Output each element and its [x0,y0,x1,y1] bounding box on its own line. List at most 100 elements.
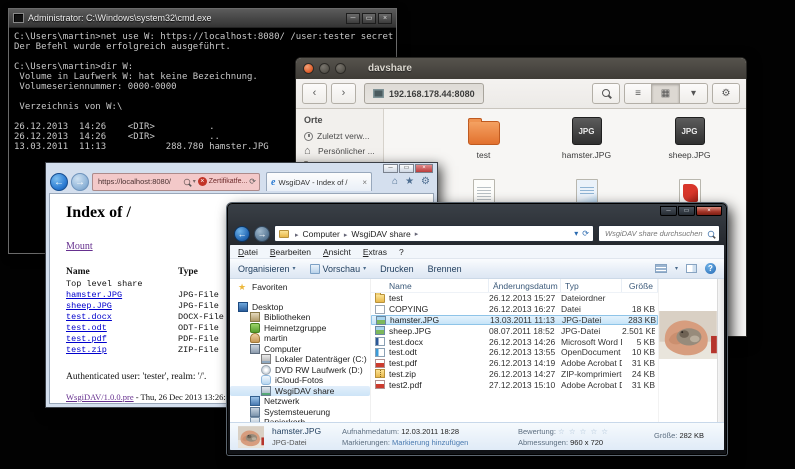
settings-gear-icon[interactable]: ⚙ [421,176,430,187]
tab-close-icon[interactable]: × [362,178,367,187]
address-bar[interactable]: ▾ × Zertifikatfe... ⟳ [92,173,260,191]
list-view-button[interactable]: ≡ [624,83,652,104]
sidebar-item[interactable]: Lokaler Datenträger (C:) [230,354,370,365]
refresh-icon[interactable]: ⟳ [249,177,256,186]
close-button[interactable] [303,63,314,74]
tags-value[interactable]: Markierung hinzufügen [392,438,468,447]
home-icon[interactable]: ⌂ [392,176,398,187]
search-box[interactable] [598,225,720,242]
forward-button[interactable]: → [71,173,89,191]
forward-button[interactable]: › [331,83,356,104]
search-input[interactable] [603,228,707,239]
table-row[interactable]: test.odt 26.12.2013 13:55 OpenDocument T… [371,347,658,358]
breadcrumb-wsgidav-share[interactable]: WsgiDAV share [340,229,411,239]
minimize-button[interactable] [319,63,330,74]
address-dropdown-icon[interactable]: ▾ [574,229,578,238]
maximize-button[interactable]: ▭ [362,13,376,24]
table-row[interactable]: test.zip 26.12.2013 14:27 ZIP-komprimier… [371,369,658,380]
sidebar-item[interactable]: Systemsteuerung [230,407,370,418]
file-link[interactable]: sheep.JPG [66,301,112,311]
menu-item[interactable]: Extras [363,247,387,257]
table-row[interactable]: test.docx 26.12.2013 14:26 Microsoft Wor… [371,336,658,347]
mount-link[interactable]: Mount [66,241,93,252]
back-button[interactable]: ← [50,173,68,191]
column-header-date[interactable]: Änderungsdatum [489,279,561,292]
sidebar-item[interactable]: iCloud-Fotos [230,375,370,386]
column-header-size[interactable]: Größe [622,279,658,292]
menu-item[interactable]: Datei [238,247,258,257]
back-button[interactable]: ← [234,226,250,242]
table-row[interactable]: test.pdf 26.12.2013 14:19 Adobe Acrobat … [371,358,658,369]
menu-item[interactable]: Bearbeiten [270,247,311,257]
refresh-icon[interactable]: ⟳ [582,229,589,238]
close-button[interactable]: × [696,206,722,216]
sidebar-item[interactable]: Bibliotheken [230,312,370,323]
menu-item[interactable]: Ansicht [323,247,351,257]
gear-menu-button[interactable]: ⚙ [712,83,740,104]
table-row[interactable]: hamster.JPG 13.03.2011 11:13 JPG-Datei 2… [371,315,658,326]
table-row[interactable]: sheep.JPG 08.07.2011 18:52 JPG-Datei 2.5… [371,325,658,336]
change-view-icon[interactable] [655,264,667,273]
breadcrumb[interactable]: Computer WsgiDAV share ▾ ⟳ [274,225,594,242]
file-item[interactable]: JPG sheep.JPG [638,117,741,175]
table-row[interactable]: test2.pdf 27.12.2013 15:10 Adobe Acrobat… [371,379,658,390]
maximize-button[interactable]: ▭ [399,164,414,173]
close-button[interactable]: × [415,164,433,173]
file-link[interactable]: test.zip [66,345,107,355]
sidebar-item[interactable]: Zuletzt verw... [304,131,383,141]
nautilus-titlebar[interactable]: davshare [296,58,746,79]
maximize-button[interactable]: ▭ [678,206,695,216]
cmd-titlebar[interactable]: Administrator: C:\Windows\system32\cmd.e… [9,9,396,28]
rating-stars[interactable]: ☆ ☆ ☆ ☆ ☆ [558,427,609,436]
sidebar-item[interactable]: DVD RW Laufwerk (D:) [230,365,370,376]
minimize-button[interactable]: ─ [346,13,360,24]
search-icon[interactable] [184,178,190,184]
table-row[interactable]: COPYING 26.12.2013 16:27 Datei 18 KB [371,304,658,315]
search-button[interactable] [592,83,620,104]
sidebar-item[interactable]: Desktop [230,302,370,313]
column-header-type[interactable]: Typ [561,279,622,292]
location-bar[interactable]: 192.168.178.44:8080 [364,83,484,104]
table-row[interactable]: test 26.12.2013 15:27 Dateiordner [371,293,658,304]
file-link[interactable]: test.pdf [66,334,107,344]
organize-button[interactable]: Organisieren [238,264,296,274]
forward-button[interactable]: → [254,226,270,242]
sidebar-item[interactable]: WsgiDAV share [230,386,370,397]
sidebar-item[interactable]: Computer [230,344,370,355]
print-button[interactable]: Drucken [380,264,414,274]
view-options-button[interactable]: ▾ [680,83,708,104]
column-header-name[interactable]: Name [371,279,489,292]
wsgidav-version-link[interactable]: WsgiDAV/1.0.0.pre [66,392,134,402]
file-item[interactable]: test [432,117,535,175]
preview-button[interactable]: Vorschau [310,264,367,274]
breadcrumb-computer[interactable]: Computer [291,229,340,239]
menu-item[interactable]: ? [399,247,404,257]
certificate-error-text[interactable]: Zertifikatfe... [209,178,248,185]
sidebar-item[interactable]: Favoriten [230,282,370,293]
back-button[interactable]: ‹ [302,83,327,104]
preview-pane-toggle-icon[interactable] [686,264,697,273]
file-link[interactable]: test.docx [66,312,112,322]
sidebar-item[interactable]: Netzwerk [230,396,370,407]
sidebar-item[interactable]: Heimnetzgruppe [230,323,370,334]
nautilus-toolbar: ‹ › 192.168.178.44:8080 ≡ ▦ ▾ ⚙ [296,79,746,109]
scrollbar[interactable] [717,279,724,422]
maximize-button[interactable] [335,63,346,74]
minimize-button[interactable]: ─ [660,206,677,216]
file-item[interactable]: JPG hamster.JPG [535,117,638,175]
browser-tab[interactable]: e WsgiDAV - Index of / × [266,172,372,191]
explorer-titlebar[interactable]: ─ ▭ × [230,206,724,222]
close-button[interactable]: × [378,13,392,24]
file-link[interactable]: test.odt [66,323,107,333]
view-caret-icon[interactable]: ▾ [675,265,678,272]
help-icon[interactable]: ? [705,263,716,274]
sidebar-item[interactable]: Persönlicher ... [304,146,383,156]
favorites-star-icon[interactable]: ★ [405,176,414,187]
burn-button[interactable]: Brennen [428,264,462,274]
minimize-button[interactable]: ─ [383,164,398,173]
url-input[interactable] [96,176,181,187]
grid-view-button[interactable]: ▦ [652,83,680,104]
chevron-down-icon[interactable]: ▾ [193,178,196,185]
file-link[interactable]: hamster.JPG [66,290,122,300]
sidebar-item[interactable]: martin [230,333,370,344]
